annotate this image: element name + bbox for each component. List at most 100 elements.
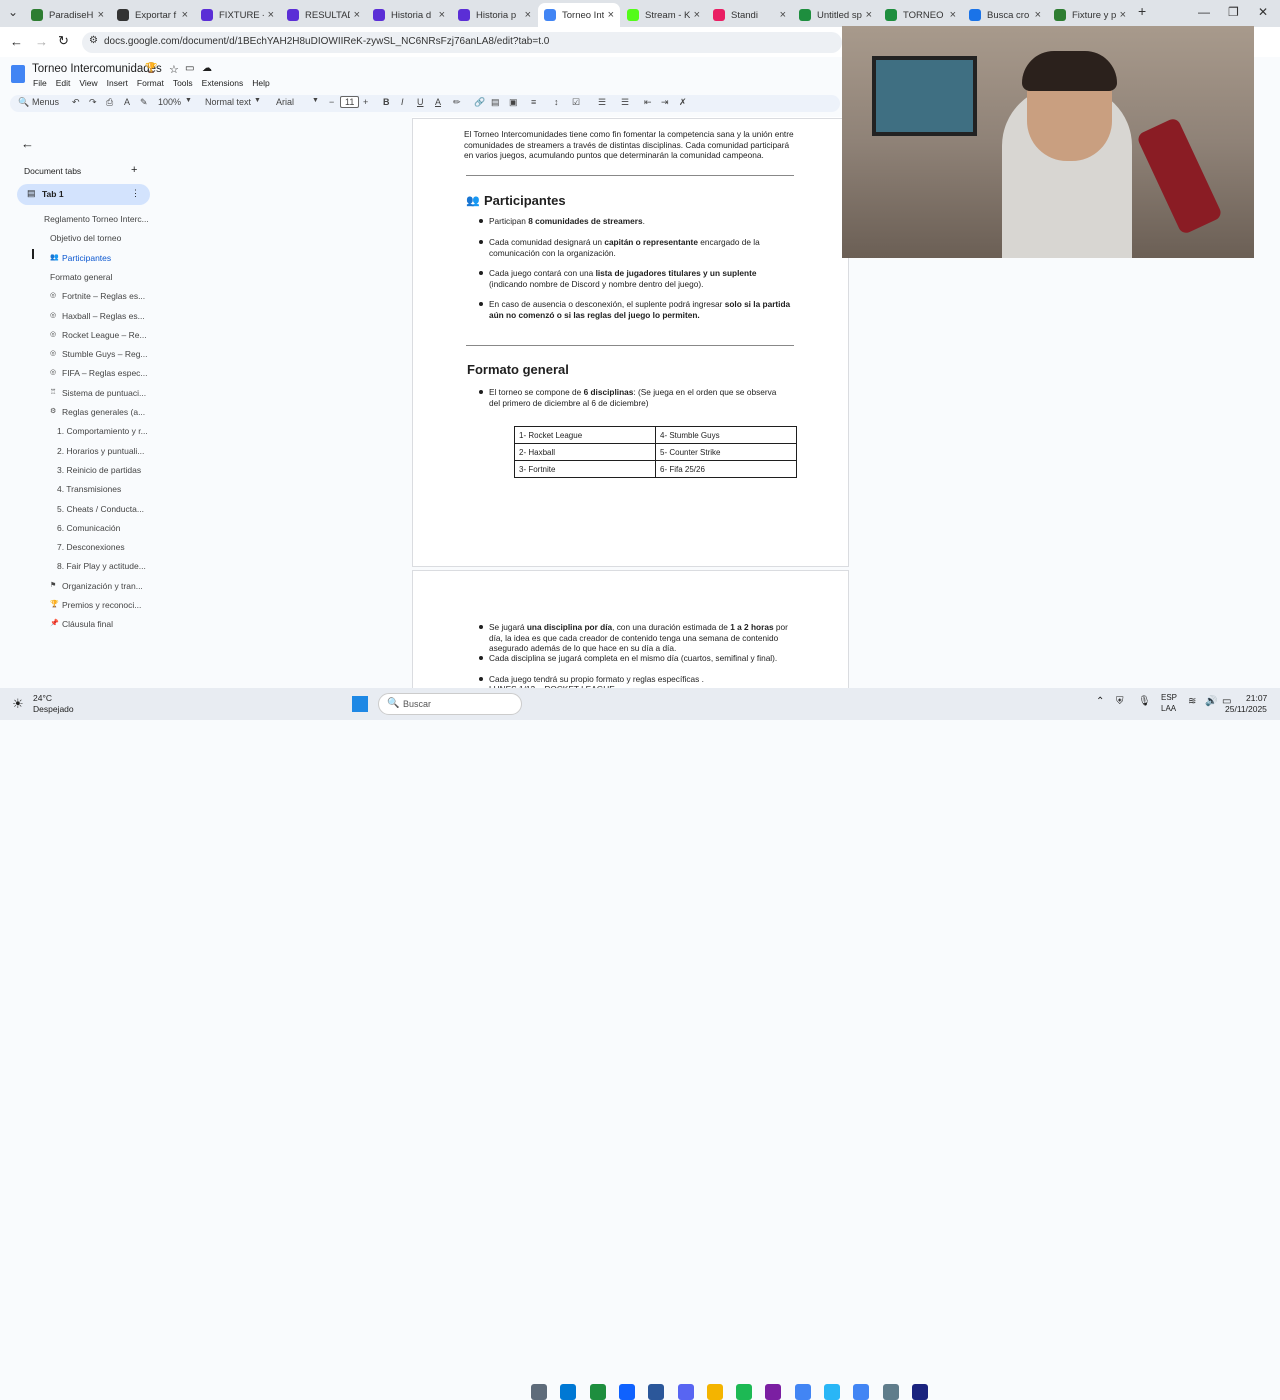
browser-tab[interactable]: RESULTAD ×	[281, 3, 366, 27]
search-menus-button[interactable]: Menus	[32, 97, 59, 107]
checklist-icon[interactable]: ☑	[572, 97, 580, 108]
bulleted-list-icon[interactable]: ☰	[598, 97, 606, 108]
close-tab-icon[interactable]: ×	[866, 9, 872, 21]
clock-date[interactable]: 25/11/2025	[1225, 704, 1267, 714]
browser-tab[interactable]: Busca cro ×	[963, 3, 1047, 27]
outline-item[interactable]: 6. Comunicación	[57, 523, 120, 533]
close-tab-icon[interactable]: ×	[1120, 9, 1126, 21]
menu-edit[interactable]: Edit	[56, 78, 71, 88]
outline-item[interactable]: Cláusula final	[62, 619, 113, 629]
tab-options-icon[interactable]: ⋮	[131, 188, 140, 199]
mic-icon[interactable]: 🎙	[1138, 696, 1151, 707]
outline-item[interactable]: 4. Transmisiones	[57, 484, 121, 494]
browser-tab[interactable]: Standi ×	[707, 3, 792, 27]
telegram-icon[interactable]	[824, 1384, 840, 1400]
numbered-list-icon[interactable]: ☰	[621, 97, 629, 108]
browser-tab[interactable]: Fixture y p ×	[1048, 3, 1132, 27]
close-sidebar-icon[interactable]: ←	[21, 136, 34, 151]
close-tab-icon[interactable]: ×	[354, 9, 360, 21]
menu-tools[interactable]: Tools	[173, 78, 193, 88]
back-icon[interactable]: ←	[10, 34, 23, 49]
browser-tab[interactable]: Historia d ×	[367, 3, 451, 27]
close-tab-icon[interactable]: ×	[694, 9, 700, 21]
store-icon[interactable]	[589, 1384, 606, 1400]
style-select[interactable]: Normal text	[205, 97, 251, 107]
comment-icon[interactable]: ▤	[491, 97, 500, 108]
zoom-select[interactable]: 100%	[158, 97, 181, 107]
docs-logo-icon[interactable]	[11, 65, 25, 83]
outline-item[interactable]: Formato general	[50, 272, 112, 282]
close-window-button[interactable]: ✕	[1258, 5, 1268, 19]
bold-icon[interactable]: B	[383, 97, 390, 107]
site-info-icon[interactable]: ⚙	[89, 35, 98, 46]
edge-icon[interactable]	[560, 1384, 577, 1400]
chrome-profile-icon[interactable]	[853, 1384, 870, 1400]
outline-item[interactable]: Organización y tran...	[62, 581, 143, 591]
table-cell[interactable]: 1- Rocket League	[514, 426, 656, 444]
link-icon[interactable]: 🔗	[474, 97, 485, 108]
search-menus-icon[interactable]: 🔍	[18, 97, 29, 108]
browser-tab[interactable]: Exportar f ×	[111, 3, 194, 27]
close-tab-icon[interactable]: ×	[525, 9, 531, 21]
language[interactable]: ESP	[1161, 693, 1177, 702]
chrome-icon[interactable]	[794, 1384, 811, 1400]
menu-format[interactable]: Format	[137, 78, 164, 88]
reload-icon[interactable]: ↻	[58, 33, 69, 49]
doc-title[interactable]: Torneo Intercomunidades	[32, 63, 162, 75]
outline-item[interactable]: Stumble Guys – Reg...	[62, 349, 148, 359]
region[interactable]: LAA	[1161, 704, 1176, 713]
print-icon[interactable]: ⎙	[106, 97, 113, 108]
new-tab-button[interactable]: +	[1138, 3, 1146, 19]
windows-start-icon[interactable]	[352, 696, 368, 712]
spellcheck-icon[interactable]: A	[124, 97, 130, 107]
tab-search-icon[interactable]: ⌄	[8, 5, 18, 19]
outline-item[interactable]: 1. Comportamiento y r...	[57, 426, 148, 436]
minimize-button[interactable]: —	[1198, 5, 1210, 19]
outline-item[interactable]: Premios y reconoci...	[62, 600, 141, 610]
document-page[interactable]	[412, 118, 849, 567]
forward-icon[interactable]: →	[35, 34, 48, 49]
tab-1-item[interactable]: ▤ Tab 1 ⋮	[17, 184, 150, 205]
outline-item[interactable]: 2. Horarios y puntuali...	[57, 446, 144, 456]
align-icon[interactable]: ≡	[531, 97, 536, 107]
table-cell[interactable]: 4- Stumble Guys	[655, 426, 797, 444]
move-folder-icon[interactable]: ▭	[185, 63, 194, 74]
redo-icon[interactable]: ↷	[89, 97, 97, 108]
decrease-indent-icon[interactable]: ⇤	[644, 97, 652, 108]
highlight-icon[interactable]: ✏	[453, 97, 461, 108]
star-icon[interactable]: ☆	[169, 63, 179, 76]
clock-time[interactable]: 21:07	[1246, 693, 1267, 703]
spotify-icon[interactable]	[736, 1384, 753, 1400]
outlook-icon[interactable]	[618, 1384, 635, 1400]
browser-tab[interactable]: ParadiseH ×	[25, 3, 110, 27]
word-icon[interactable]	[648, 1384, 665, 1400]
close-tab-icon[interactable]: ×	[1035, 9, 1041, 21]
app-icon[interactable]	[911, 1384, 928, 1400]
explorer-icon[interactable]	[706, 1384, 723, 1400]
increase-size-icon[interactable]: +	[363, 97, 368, 107]
menu-extensions[interactable]: Extensions	[202, 78, 244, 88]
browser-tab[interactable]: FIXTURE - ×	[195, 3, 280, 27]
app-icon[interactable]	[882, 1384, 899, 1400]
image-icon[interactable]: ▣	[509, 97, 518, 108]
increase-indent-icon[interactable]: ⇥	[661, 97, 669, 108]
outline-item[interactable]: 3. Reinicio de partidas	[57, 465, 141, 475]
menu-view[interactable]: View	[79, 78, 97, 88]
font-select[interactable]: Arial	[276, 97, 294, 107]
outline-item[interactable]: Fortnite – Reglas es...	[62, 291, 145, 301]
security-icon[interactable]: ⛨	[1116, 696, 1124, 707]
outline-item[interactable]: Objetivo del torneo	[50, 233, 121, 243]
menu-help[interactable]: Help	[252, 78, 269, 88]
maximize-button[interactable]: ❐	[1228, 5, 1239, 19]
table-cell[interactable]: 6- Fifa 25/26	[655, 460, 797, 478]
outline-item[interactable]: Rocket League – Re...	[62, 330, 147, 340]
menu-file[interactable]: File	[33, 78, 47, 88]
decrease-size-icon[interactable]: −	[329, 97, 334, 107]
close-tab-icon[interactable]: ×	[268, 9, 274, 21]
outline-item[interactable]: Reglas generales (a...	[62, 407, 145, 417]
table-cell[interactable]: 5- Counter Strike	[655, 443, 797, 461]
task-view-icon[interactable]	[531, 1384, 547, 1400]
outline-item[interactable]: Haxball – Reglas es...	[62, 311, 145, 321]
browser-tab[interactable]: TORNEO ×	[879, 3, 962, 27]
close-tab-icon[interactable]: ×	[950, 9, 956, 21]
